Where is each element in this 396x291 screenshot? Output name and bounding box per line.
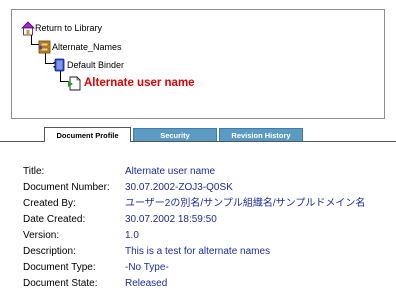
property-label: Description: [23, 246, 76, 257]
property-value: Alternate user name [125, 166, 216, 177]
folder-cabinet-icon [38, 40, 51, 54]
property-label: Document State: [23, 278, 98, 289]
active-tab-gap [45, 141, 130, 142]
property-label: Document Type: [23, 262, 96, 273]
tree-item-library[interactable]: Return to Library [21, 21, 102, 36]
navigation-tree-panel: Return to Library Alternate_Names Defaul… [11, 9, 385, 119]
property-label: Date Created: [23, 214, 86, 225]
return-to-library-link[interactable]: Return to Library [35, 23, 102, 33]
property-value: -No Type- [125, 262, 169, 273]
current-document-title: Alternate user name [84, 77, 195, 89]
property-value: This is a test for alternate names [125, 246, 271, 257]
property-value: Released [125, 278, 168, 289]
tree-item-current-document: Alternate user name [68, 76, 195, 91]
tab-document-profile[interactable]: Document Profile [44, 127, 131, 142]
property-value: 30.07.2002-ZOJ3-Q0SK [125, 182, 233, 193]
property-label: Title: [23, 166, 45, 177]
binder-link[interactable]: Default Binder [67, 60, 124, 70]
tab-revision-history[interactable]: Revision History [219, 128, 303, 141]
tree-item-folder[interactable]: Alternate_Names [38, 40, 122, 54]
document-icon [68, 76, 81, 91]
tree-item-binder[interactable]: Default Binder [53, 58, 124, 72]
property-label: Created By: [23, 198, 76, 209]
tab-security[interactable]: Security [133, 128, 217, 141]
property-value: 30.07.2002 18:59:50 [125, 214, 217, 225]
binder-icon [53, 58, 66, 72]
property-value: ユーザー2の別名/サンプル組織名/サンプルドメイン名 [125, 198, 366, 209]
tab-bar: Document Profile Security Revision Histo… [44, 127, 305, 142]
property-label: Version: [23, 230, 60, 241]
property-value: 1.0 [125, 230, 139, 241]
library-house-icon [21, 21, 35, 36]
property-label: Document Number: [23, 182, 110, 193]
folder-link[interactable]: Alternate_Names [52, 42, 122, 52]
